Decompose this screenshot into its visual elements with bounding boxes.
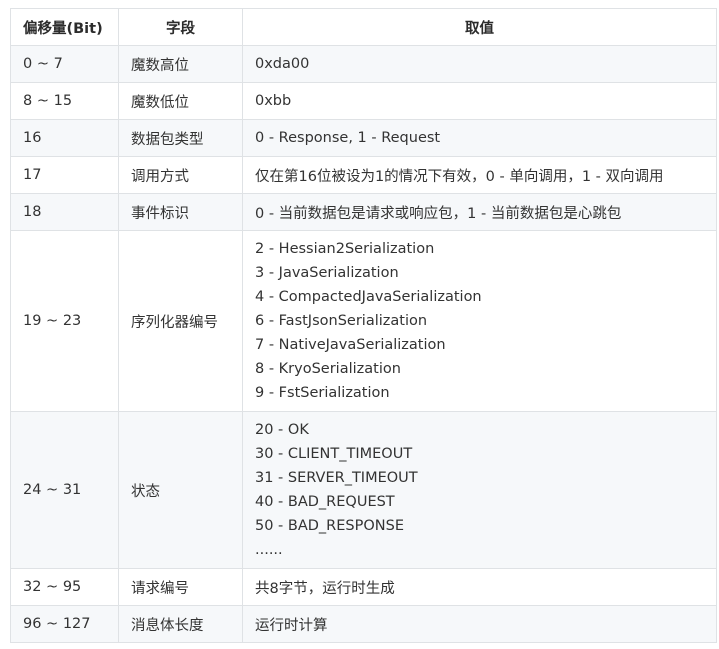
- offset-cell: 24 ~ 31: [10, 411, 119, 569]
- offset-cell: 8 ~ 15: [10, 82, 119, 120]
- header-row: 偏移量(Bit) 字段 取值: [10, 8, 717, 46]
- value-cell: 0 - 当前数据包是请求或响应包，1 - 当前数据包是心跳包: [242, 193, 717, 231]
- value-line: 2 - Hessian2Serialization: [255, 241, 435, 257]
- value-line: ......: [255, 542, 283, 558]
- value-cell: 20 - OK 30 - CLIENT_TIMEOUT 31 - SERVER_TI…: [242, 411, 717, 569]
- table-row: 24 ~ 31 状态 20 - OK 30 - CLIENT_TIMEOUT 31 - …: [10, 411, 717, 569]
- table-header: 偏移量(Bit) 字段 取值: [10, 8, 717, 46]
- value-cell: 0 - Response, 1 - Request: [242, 119, 717, 157]
- offset-cell: 18: [10, 193, 119, 231]
- offset-cell: 19 ~ 23: [10, 230, 119, 412]
- table-row: 8 ~ 15 魔数低位 0xbb: [10, 82, 717, 120]
- field-cell: 请求编号: [118, 568, 243, 606]
- offset-cell: 17: [10, 156, 119, 194]
- value-cell: 0xbb: [242, 82, 717, 120]
- value-cell: 运行时计算: [242, 605, 717, 643]
- value-line: 20 - OK: [255, 422, 309, 438]
- offset-cell: 0 ~ 7: [10, 45, 119, 83]
- value-line: 4 - CompactedJavaSerialization: [255, 289, 482, 305]
- value-line: 31 - SERVER_TIMEOUT: [255, 470, 418, 486]
- field-cell: 消息体长度: [118, 605, 243, 643]
- field-cell: 状态: [118, 411, 243, 569]
- table-row: 18 事件标识 0 - 当前数据包是请求或响应包，1 - 当前数据包是心跳包: [10, 193, 717, 231]
- value-cell: 共8字节，运行时生成: [242, 568, 717, 606]
- table-row: 0 ~ 7 魔数高位 0xda00: [10, 45, 717, 83]
- value-cell: 仅在第16位被设为1的情况下有效，0 - 单向调用，1 - 双向调用: [242, 156, 717, 194]
- field-cell: 数据包类型: [118, 119, 243, 157]
- value-line: 50 - BAD_RESPONSE: [255, 518, 404, 534]
- protocol-table: 偏移量(Bit) 字段 取值 0 ~ 7 魔数高位 0xda00 8 ~ 15 魔数低位…: [10, 8, 717, 643]
- offset-cell: 32 ~ 95: [10, 568, 119, 606]
- table-row: 32 ~ 95 请求编号 共8字节，运行时生成: [10, 568, 717, 606]
- value-line: 8 - KryoSerialization: [255, 361, 401, 377]
- table-row: 19 ~ 23 序列化器编号 2 - Hessian2Serialization 3 …: [10, 230, 717, 412]
- table-body: 0 ~ 7 魔数高位 0xda00 8 ~ 15 魔数低位 0xbb 16 数据包类型 0 - …: [10, 45, 717, 643]
- field-cell: 魔数高位: [118, 45, 243, 83]
- value-list: 2 - Hessian2Serialization 3 - JavaSeriali…: [255, 232, 704, 411]
- table-row: 96 ~ 127 消息体长度 运行时计算: [10, 605, 717, 643]
- header-offset: 偏移量(Bit): [10, 8, 119, 46]
- value-line: 6 - FastJsonSerialization: [255, 313, 428, 329]
- value-line: 40 - BAD_REQUEST: [255, 494, 395, 510]
- table-row: 16 数据包类型 0 - Response, 1 - Request: [10, 119, 717, 157]
- value-line: 3 - JavaSerialization: [255, 265, 399, 281]
- offset-cell: 16: [10, 119, 119, 157]
- value-list: 20 - OK 30 - CLIENT_TIMEOUT 31 - SERVER_TI…: [255, 413, 704, 568]
- field-cell: 事件标识: [118, 193, 243, 231]
- value-cell: 2 - Hessian2Serialization 3 - JavaSeriali…: [242, 230, 717, 412]
- field-cell: 序列化器编号: [118, 230, 243, 412]
- table-row: 17 调用方式 仅在第16位被设为1的情况下有效，0 - 单向调用，1 - 双向调用: [10, 156, 717, 194]
- value-line: 30 - CLIENT_TIMEOUT: [255, 446, 413, 462]
- value-line: 7 - NativeJavaSerialization: [255, 337, 446, 353]
- header-value: 取值: [242, 8, 717, 46]
- value-line: 9 - FstSerialization: [255, 385, 390, 401]
- field-cell: 调用方式: [118, 156, 243, 194]
- value-cell: 0xda00: [242, 45, 717, 83]
- offset-cell: 96 ~ 127: [10, 605, 119, 643]
- field-cell: 魔数低位: [118, 82, 243, 120]
- header-field: 字段: [118, 8, 243, 46]
